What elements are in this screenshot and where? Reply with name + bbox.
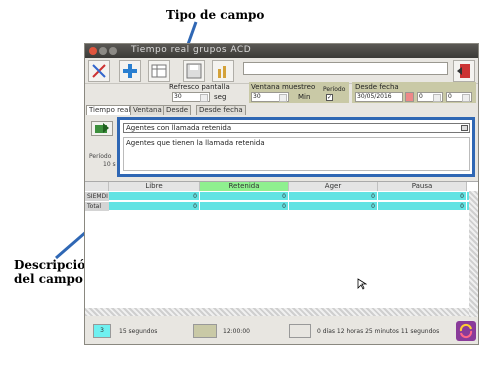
field-description-annotation-line2: del campo [14,272,83,286]
minute-spinner[interactable]: 0 [446,92,472,102]
exit-icon [457,64,470,78]
refresh-label: Refresco pantalla [169,83,230,91]
add-field-icon [95,123,109,133]
add-button[interactable] [119,60,141,82]
left-panel: Período 10 s [87,116,117,176]
table-row[interactable]: Total 0 0 0 0 [85,201,478,211]
tab-window[interactable]: Ventana [130,105,165,115]
field-type-select[interactable]: Agentes con llamada retenida [123,123,470,133]
tab-from-date[interactable]: Desde fecha [196,105,246,115]
period-side-label: Período [89,153,112,160]
tools-button[interactable] [88,60,110,82]
status-color-swatch [193,324,217,338]
status-interval: 15 segundos [119,328,158,335]
refresh-button[interactable] [456,321,476,341]
refresh-spinner[interactable]: 30 [172,92,210,102]
tools-icon [92,64,106,78]
row-label: Total [85,202,109,211]
field-description-annotation-line1: Descripción [14,258,94,272]
mouse-cursor-icon [357,278,367,290]
window-unit: Min [298,93,311,101]
table-cell: 0 [289,192,378,201]
period-label: Período [323,86,346,93]
column-header-retenida[interactable]: Retenida [200,182,289,191]
data-grid: Libre Retenida Ager Pausa SIEMDI 0 0 0 0… [85,181,478,317]
column-header-pausa[interactable]: Pausa [378,182,467,191]
table-cell: 0 [378,202,467,211]
close-icon[interactable] [89,47,97,55]
window-label: Ventana muestreo [251,83,316,91]
vertical-scrollbar[interactable] [469,191,478,317]
column-header-libre[interactable]: Libre [109,182,200,191]
chart-icon [218,66,226,78]
table-cell: 0 [378,192,467,201]
table-cell: 0 [200,192,289,201]
hour-spinner[interactable]: 0 [417,92,443,102]
table-cell: 0 [109,192,200,201]
chart-button[interactable] [212,60,234,82]
table-row[interactable]: SIEMDI 0 0 0 0 [85,191,478,201]
add-field-button[interactable] [91,121,113,136]
save-icon [186,63,202,79]
minimize-icon[interactable] [99,47,107,55]
period-side-value: 10 s [103,161,116,168]
field-description: Agentes que tienen la llamada retenida [123,137,470,171]
status-bar: 3 15 segundos 12:00:00 0 días 12 horas 2… [85,320,478,344]
status-elapsed: 0 días 12 horas 25 minutos 11 segundos [317,328,440,335]
calendar-icon[interactable] [405,92,414,102]
search-input[interactable] [243,62,448,75]
status-empty-box [289,324,311,338]
save-button[interactable] [183,60,205,82]
from-date-label: Desde fecha [355,83,399,91]
field-type-value: Agentes con llamada retenida [126,124,232,132]
table-button[interactable] [148,60,170,82]
table-cell: 0 [109,202,200,211]
tab-bar: Tiempo real Ventana Desde Desde fecha [85,105,478,115]
period-checkbox[interactable]: ✓ [326,94,333,101]
tab-from[interactable]: Desde [163,105,192,115]
table-cell: 0 [289,202,378,211]
field-type-annotation: Tipo de campo [166,8,265,22]
field-panel: Agentes con llamada retenida Agentes que… [117,117,475,177]
horizontal-scrollbar[interactable] [85,308,469,316]
maximize-icon[interactable] [109,47,117,55]
refresh-icon [459,323,473,339]
refresh-unit: seg [214,93,227,101]
add-icon [123,64,137,78]
window-title: Tiempo real grupos ACD [131,45,252,55]
from-date-input[interactable]: 30/05/2016 [355,92,403,102]
chevron-down-icon[interactable] [461,125,468,131]
window-spinner[interactable]: 30 [251,92,289,102]
corner-header [85,182,109,191]
column-header-ager[interactable]: Ager [289,182,378,191]
row-label: SIEMDI [85,192,109,201]
table-icon [151,64,167,78]
exit-button[interactable] [453,60,475,82]
title-bar: Tiempo real grupos ACD [85,44,478,58]
status-count: 3 [93,324,111,338]
params-panel: Refresco pantalla 30 seg Ventana muestre… [85,81,478,105]
tab-realtime[interactable]: Tiempo real [86,105,134,115]
app-window: Tiempo real grupos ACD Refresco pantalla… [84,43,479,345]
table-cell: 0 [200,202,289,211]
status-time: 12:00:00 [223,328,250,335]
